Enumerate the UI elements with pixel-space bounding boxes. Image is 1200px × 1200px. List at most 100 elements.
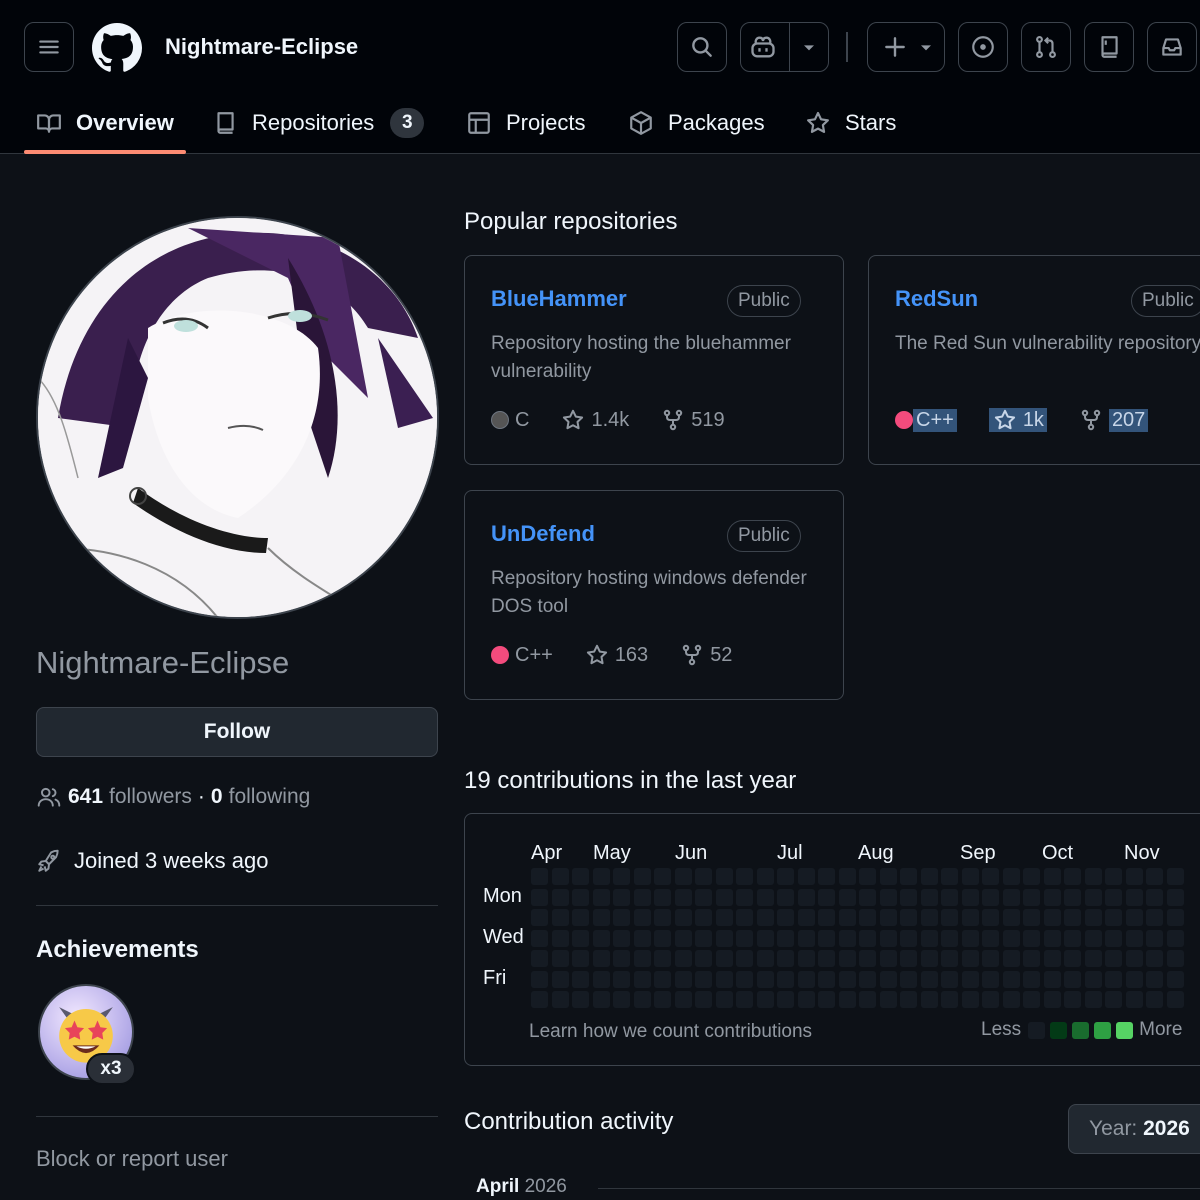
contribution-cell[interactable] [777, 868, 794, 885]
contribution-cell[interactable] [572, 909, 589, 926]
tab-repositories[interactable]: Repositories 3 [212, 92, 425, 154]
contribution-cell[interactable] [941, 909, 958, 926]
contribution-cell[interactable] [838, 991, 856, 1008]
contribution-cell[interactable] [715, 868, 733, 885]
contribution-cell[interactable] [982, 909, 999, 926]
contribution-cell[interactable] [654, 970, 671, 988]
contribution-cell[interactable] [1166, 888, 1184, 906]
contribution-cell[interactable] [695, 950, 712, 967]
header-username[interactable]: Nightmare-Eclipse [165, 34, 358, 60]
contribution-cell[interactable] [961, 888, 979, 906]
contribution-cell[interactable] [818, 909, 835, 926]
contribution-cell[interactable] [613, 991, 630, 1008]
contribution-cell[interactable] [941, 991, 958, 1008]
contribution-cell[interactable] [900, 888, 917, 906]
contribution-cell[interactable] [1043, 991, 1061, 1008]
contribution-cell[interactable] [1084, 991, 1102, 1008]
contribution-cell[interactable] [1166, 950, 1184, 967]
contribution-cell[interactable] [1002, 970, 1020, 988]
contribution-cell[interactable] [879, 991, 897, 1008]
contribution-cell[interactable] [633, 950, 651, 967]
contribution-cell[interactable] [572, 991, 589, 1008]
contribution-cell[interactable] [1023, 950, 1040, 967]
contribution-cell[interactable] [1125, 929, 1143, 947]
contribution-cell[interactable] [818, 888, 835, 906]
contribution-cell[interactable] [1084, 909, 1102, 926]
contribution-cell[interactable] [1002, 991, 1020, 1008]
contribution-cell[interactable] [572, 888, 589, 906]
year-select-button[interactable]: Year: 2026 [1068, 1104, 1200, 1154]
contribution-cell[interactable] [531, 929, 548, 947]
contribution-cell[interactable] [756, 888, 774, 906]
contribution-cell[interactable] [1125, 991, 1143, 1008]
contribution-cell[interactable] [531, 868, 548, 885]
contribution-cell[interactable] [1043, 868, 1061, 885]
contribution-cell[interactable] [531, 950, 548, 967]
contribution-cell[interactable] [613, 888, 630, 906]
contribution-cell[interactable] [756, 991, 774, 1008]
contribution-cell[interactable] [551, 929, 569, 947]
contribution-cell[interactable] [756, 970, 774, 988]
contribution-cell[interactable] [1125, 909, 1143, 926]
contribution-cell[interactable] [674, 950, 692, 967]
contribution-cell[interactable] [1125, 868, 1143, 885]
contribution-cell[interactable] [531, 888, 548, 906]
contribution-cell[interactable] [1002, 929, 1020, 947]
contribution-cell[interactable] [900, 950, 917, 967]
contribution-cell[interactable] [633, 970, 651, 988]
contribution-cell[interactable] [654, 991, 671, 1008]
contribution-cell[interactable] [695, 868, 712, 885]
contribution-cell[interactable] [1084, 929, 1102, 947]
contribution-cell[interactable] [818, 970, 835, 988]
tab-packages[interactable]: Packages [628, 92, 765, 154]
search-button[interactable] [677, 22, 727, 72]
contribution-cell[interactable] [592, 888, 610, 906]
contribution-cell[interactable] [1166, 991, 1184, 1008]
contribution-cell[interactable] [941, 868, 958, 885]
contribution-cell[interactable] [777, 950, 794, 967]
contribution-cell[interactable] [838, 970, 856, 988]
contribution-cell[interactable] [674, 970, 692, 988]
contribution-cell[interactable] [982, 991, 999, 1008]
contribution-cell[interactable] [1043, 950, 1061, 967]
contribution-cell[interactable] [900, 991, 917, 1008]
contribution-cell[interactable] [982, 888, 999, 906]
contribution-cell[interactable] [1166, 868, 1184, 885]
contribution-cell[interactable] [941, 970, 958, 988]
contribution-cell[interactable] [1084, 888, 1102, 906]
contribution-cell[interactable] [592, 868, 610, 885]
contribution-cell[interactable] [961, 991, 979, 1008]
contribution-cell[interactable] [572, 929, 589, 947]
contribution-cell[interactable] [613, 868, 630, 885]
contribution-cell[interactable] [1146, 950, 1163, 967]
contribution-cell[interactable] [633, 909, 651, 926]
contribution-cell[interactable] [715, 929, 733, 947]
contribution-cell[interactable] [838, 909, 856, 926]
repo-stars-link[interactable]: 1k [988, 408, 1047, 432]
contribution-cell[interactable] [859, 950, 876, 967]
contribution-cell[interactable] [695, 929, 712, 947]
contribution-cell[interactable] [859, 909, 876, 926]
contribution-cell[interactable] [1002, 868, 1020, 885]
contribution-cell[interactable] [756, 929, 774, 947]
contribution-cell[interactable] [1064, 888, 1081, 906]
contribution-cell[interactable] [674, 909, 692, 926]
contribution-cell[interactable] [1105, 909, 1122, 926]
contribution-cell[interactable] [1125, 970, 1143, 988]
contribution-cell[interactable] [1105, 888, 1122, 906]
contribution-cell[interactable] [1146, 929, 1163, 947]
contribution-cell[interactable] [1166, 929, 1184, 947]
copilot-button[interactable] [740, 22, 829, 72]
contribution-cell[interactable] [572, 868, 589, 885]
contribution-cell[interactable] [1146, 888, 1163, 906]
contribution-cell[interactable] [1043, 929, 1061, 947]
contribution-cell[interactable] [1146, 970, 1163, 988]
contribution-cell[interactable] [797, 970, 815, 988]
contribution-cell[interactable] [879, 970, 897, 988]
contribution-cell[interactable] [695, 909, 712, 926]
contribution-cell[interactable] [592, 970, 610, 988]
contribution-cell[interactable] [695, 991, 712, 1008]
contribution-cell[interactable] [572, 950, 589, 967]
contribution-cell[interactable] [531, 909, 548, 926]
contribution-cell[interactable] [1002, 950, 1020, 967]
